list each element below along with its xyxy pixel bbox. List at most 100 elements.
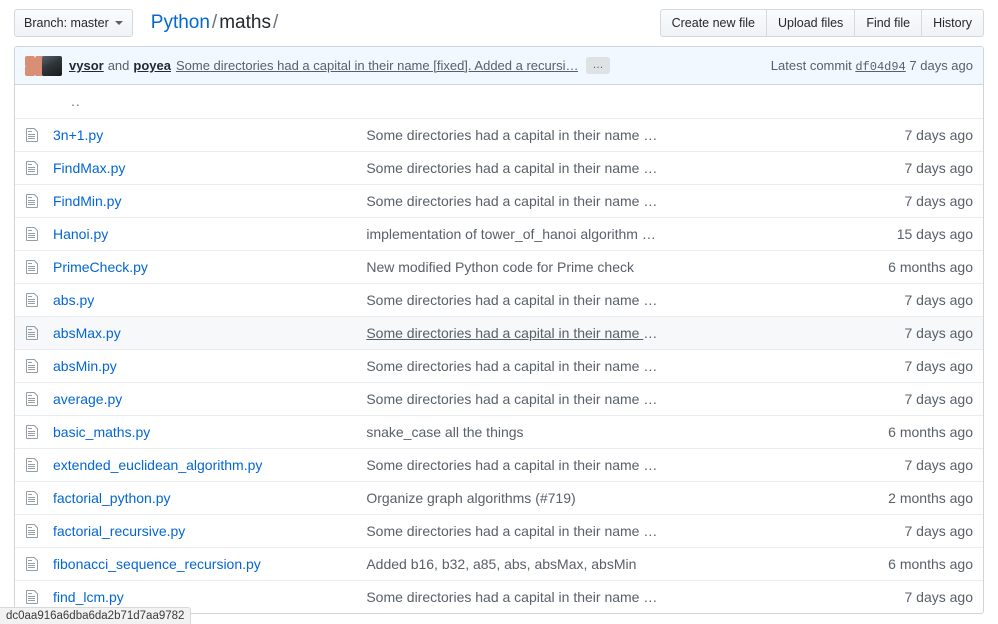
avatar [42,56,62,76]
table-row[interactable]: 3n+1.py Some directories had a capital in… [15,118,983,151]
parent-directory-row[interactable]: .. [15,85,983,118]
file-name-link[interactable]: absMin.py [53,358,117,374]
commit-message-link[interactable]: snake_case all the things [366,424,523,440]
commit-message-link[interactable]: Some directories had a capital in their … [366,160,669,176]
commit-author-primary-link[interactable]: vysor [69,58,104,73]
commit-message-link[interactable]: Some directories had a capital in their … [366,523,669,539]
table-row[interactable]: PrimeCheck.py New modified Python code fo… [15,250,983,283]
file-icon [25,292,33,308]
file-icon-cell [15,283,43,316]
commit-message-cell: implementation of tower_of_hanoi algorit… [356,217,669,250]
expand-commit-message-button[interactable]: … [586,57,610,74]
file-icon [25,259,33,275]
file-name-link[interactable]: fibonacci_sequence_recursion.py [53,556,261,572]
file-name-link[interactable]: average.py [53,391,122,407]
commit-age-cell: 7 days ago [670,349,983,382]
branch-selector-button[interactable]: Branch: master [14,9,133,37]
file-name-cell: FindMax.py [43,151,356,184]
file-name-link[interactable]: PrimeCheck.py [53,259,148,275]
file-name-link[interactable]: abs.py [53,292,94,308]
table-row[interactable]: FindMin.py Some directories had a capital… [15,184,983,217]
file-icon [25,226,33,242]
file-name-cell: 3n+1.py [43,118,356,151]
latest-commit-message-link[interactable]: Some directories had a capital in their … [176,58,579,73]
table-row[interactable]: factorial_recursive.py Some directories h… [15,514,983,547]
file-name-link[interactable]: FindMin.py [53,193,121,209]
commit-message-link[interactable]: Some directories had a capital in their … [366,292,669,308]
table-row[interactable]: extended_euclidean_algorithm.py Some dire… [15,448,983,481]
file-name-link[interactable]: absMax.py [53,325,121,341]
file-name-cell: abs.py [43,283,356,316]
table-row[interactable]: basic_maths.pysnake_case all the things6… [15,415,983,448]
commit-message-link[interactable]: Some directories had a capital in their … [366,457,669,473]
table-row[interactable]: absMin.py Some directories had a capital … [15,349,983,382]
chevron-down-icon [115,21,123,25]
file-icon [25,193,33,209]
history-button[interactable]: History [922,9,984,37]
file-table: .. 3n+1.py Some directories had a capital… [15,85,983,613]
file-name-cell: basic_maths.py [43,415,356,448]
file-name-cell: Hanoi.py [43,217,356,250]
commit-message-link[interactable]: Some directories had a capital in their … [366,193,669,209]
file-icon-cell [15,118,43,151]
commit-message-cell: Some directories had a capital in their … [356,448,669,481]
commit-message-link[interactable]: Added b16, b32, a85, abs, absMax, absMin [366,556,636,572]
find-file-button[interactable]: Find file [855,9,922,37]
file-name-link[interactable]: Hanoi.py [53,226,108,242]
commit-message-link[interactable]: Some directories had a capital in their … [366,127,669,143]
commit-message-link[interactable]: Some directories had a capital in their … [366,589,669,605]
table-row[interactable]: average.py Some directories had a capital… [15,382,983,415]
upload-files-button[interactable]: Upload files [767,9,855,37]
breadcrumb-current-folder: maths [219,12,271,33]
file-icon-cell [15,151,43,184]
file-name-cell: factorial_recursive.py [43,514,356,547]
commit-message-link[interactable]: Some directories had a capital in their … [366,391,669,407]
latest-commit-info: Latest commit df04d94 7 days ago [759,58,973,74]
file-name-link[interactable]: basic_maths.py [53,424,150,440]
parent-directory-link[interactable]: .. [53,93,81,109]
file-icon-cell [15,547,43,580]
commit-author-secondary-link[interactable]: poyea [133,58,171,73]
file-name-link[interactable]: factorial_recursive.py [53,523,185,539]
table-row[interactable]: factorial_python.py Organize graph algori… [15,481,983,514]
file-name-link[interactable]: FindMax.py [53,160,125,176]
file-name-link[interactable]: 3n+1.py [53,127,103,143]
file-name-link[interactable]: factorial_python.py [53,490,171,506]
commit-message-cell: Some directories had a capital in their … [356,514,669,547]
table-row[interactable]: FindMax.py Some directories had a capital… [15,151,983,184]
latest-commit-sha-link[interactable]: df04d94 [855,60,905,74]
commit-age-cell: 15 days ago [670,217,983,250]
table-row[interactable]: absMax.py Some directories had a capital … [15,316,983,349]
breadcrumb-separator-1: / [210,12,219,33]
file-name-cell: factorial_python.py [43,481,356,514]
file-icon [25,160,33,176]
table-row[interactable]: abs.py Some directories had a capital in … [15,283,983,316]
file-name-link[interactable]: find_lcm.py [53,589,124,605]
file-name-link[interactable]: extended_euclidean_algorithm.py [53,457,262,473]
table-row[interactable]: Hanoi.py implementation of tower_of_hanoi… [15,217,983,250]
file-name-cell: absMax.py [43,316,356,349]
commit-message-link[interactable]: Some directories had a capital in their … [366,325,669,341]
file-icon [25,589,33,605]
file-icon [25,358,33,374]
commit-message-cell: Some directories had a capital in their … [356,151,669,184]
parent-directory-icon-cell [15,85,43,118]
table-row[interactable]: fibonacci_sequence_recursion.py Added b16… [15,547,983,580]
commit-age-cell: 6 months ago [670,547,983,580]
latest-commit-age: 7 days ago [909,58,973,73]
breadcrumb-repo-link[interactable]: Python [151,12,210,33]
breadcrumb-separator-2: / [271,12,280,33]
file-icon-cell [15,415,43,448]
file-icon-cell [15,217,43,250]
file-icon-cell [15,481,43,514]
commit-message-link[interactable]: Some directories had a capital in their … [366,358,669,374]
commit-age-cell: 7 days ago [670,283,983,316]
file-icon [25,325,33,341]
create-new-file-button[interactable]: Create new file [660,9,767,37]
commit-message-link[interactable]: New modified Python code for Prime check [366,259,634,275]
commit-message-link[interactable]: implementation of tower_of_hanoi algorit… [366,226,669,242]
file-icon-cell [15,382,43,415]
repo-action-buttons: Create new file Upload files Find file H… [660,9,984,37]
commit-message-link[interactable]: Organize graph algorithms (#719) [366,490,575,506]
branch-selector-label: Branch: master [24,16,109,30]
